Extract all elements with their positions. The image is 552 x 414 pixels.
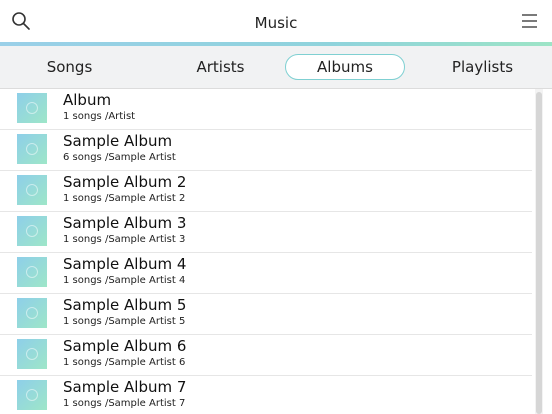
page-title: Music bbox=[254, 14, 298, 32]
list-scrollbar[interactable] bbox=[535, 89, 543, 414]
tab-artists[interactable]: Artists bbox=[169, 54, 272, 80]
album-row[interactable]: Sample Album 5 1 songs /Sample Artist 5 bbox=[0, 294, 532, 335]
tab-songs[interactable]: Songs bbox=[18, 54, 121, 80]
album-name: Sample Album 6 bbox=[63, 337, 187, 355]
album-art bbox=[17, 175, 47, 205]
album-name: Sample Album 7 bbox=[63, 378, 187, 396]
album-row[interactable]: Sample Album 6 songs /Sample Artist bbox=[0, 130, 532, 171]
album-name: Sample Album 3 bbox=[63, 214, 187, 232]
album-art bbox=[17, 298, 47, 328]
album-art bbox=[17, 339, 47, 369]
album-name: Sample Album 4 bbox=[63, 255, 187, 273]
album-meta: 6 songs /Sample Artist bbox=[63, 152, 176, 163]
album-meta: 1 songs /Sample Artist 5 bbox=[63, 316, 186, 327]
album-row[interactable]: Sample Album 6 1 songs /Sample Artist 6 bbox=[0, 335, 532, 376]
album-row[interactable]: Sample Album 4 1 songs /Sample Artist 4 bbox=[0, 253, 532, 294]
album-name: Sample Album bbox=[63, 132, 173, 150]
scrollbar-thumb[interactable] bbox=[536, 92, 542, 414]
album-art bbox=[17, 134, 47, 164]
app-header: Music bbox=[0, 0, 552, 44]
album-row[interactable]: Album 1 songs /Artist bbox=[0, 89, 532, 130]
album-row[interactable]: Sample Album 3 1 songs /Sample Artist 3 bbox=[0, 212, 532, 253]
album-name: Sample Album 5 bbox=[63, 296, 187, 314]
album-meta: 1 songs /Sample Artist 7 bbox=[63, 398, 186, 409]
album-art bbox=[17, 380, 47, 410]
album-name: Sample Album 2 bbox=[63, 173, 187, 191]
album-row[interactable]: Sample Album 7 1 songs /Sample Artist 7 bbox=[0, 376, 532, 414]
tab-albums[interactable]: Albums bbox=[285, 54, 405, 80]
album-list: Album 1 songs /Artist Sample Album 6 son… bbox=[0, 89, 552, 414]
tab-bar: Songs Artists Albums Playlists bbox=[0, 46, 552, 89]
album-meta: 1 songs /Sample Artist 3 bbox=[63, 234, 186, 245]
album-name: Album bbox=[63, 91, 112, 109]
album-meta: 1 songs /Sample Artist 4 bbox=[63, 275, 186, 286]
album-row[interactable]: Sample Album 2 1 songs /Sample Artist 2 bbox=[0, 171, 532, 212]
album-art bbox=[17, 93, 47, 123]
album-meta: 1 songs /Sample Artist 2 bbox=[63, 193, 186, 204]
tab-playlists[interactable]: Playlists bbox=[431, 54, 534, 80]
album-meta: 1 songs /Artist bbox=[63, 111, 136, 122]
album-meta: 1 songs /Sample Artist 6 bbox=[63, 357, 186, 368]
menu-icon[interactable] bbox=[521, 13, 538, 29]
album-art bbox=[17, 216, 47, 246]
album-art bbox=[17, 257, 47, 287]
